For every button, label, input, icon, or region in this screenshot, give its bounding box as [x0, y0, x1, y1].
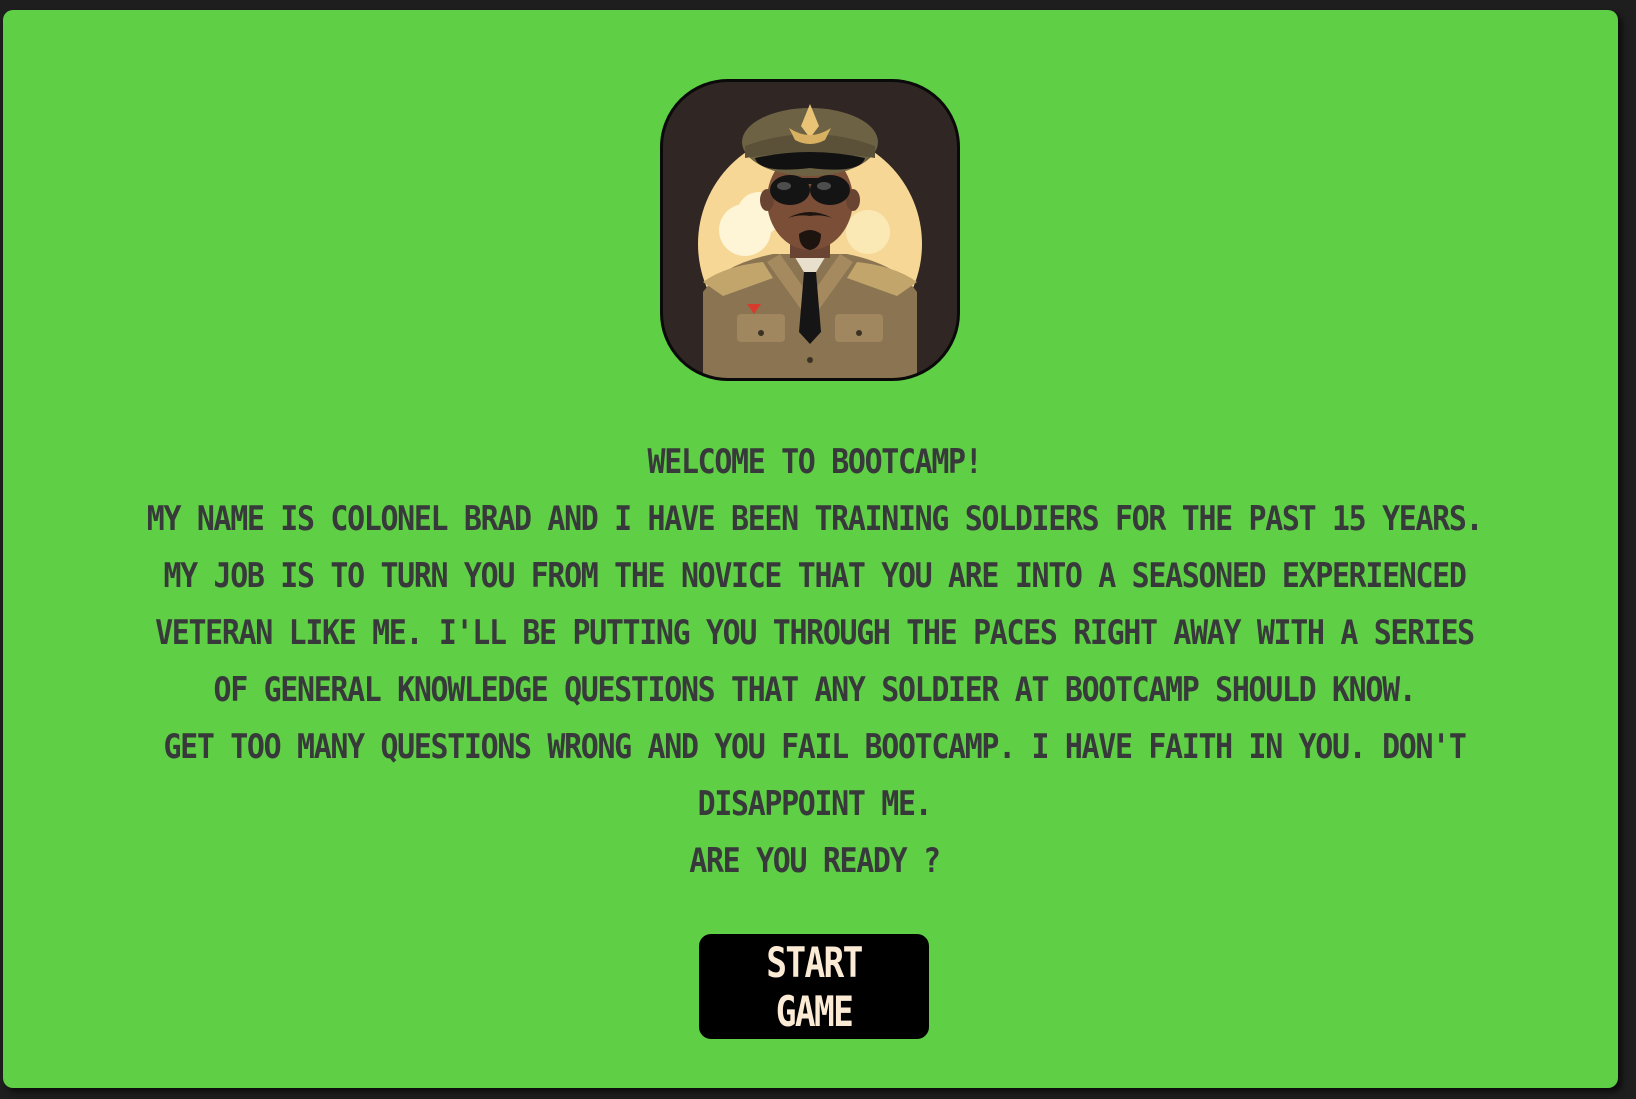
start-game-button[interactable]: Start Game: [699, 934, 929, 1039]
intro-paragraph-2: Get too many questions wrong and you fai…: [163, 727, 1466, 824]
start-game-label: Start Game: [766, 937, 863, 1036]
intro-paragraph-1: My name is Colonel Brad and I have been …: [146, 499, 1484, 710]
colonel-brad-avatar-icon: [660, 79, 960, 381]
welcome-heading: Welcome to bootcamp!: [647, 442, 983, 482]
intro-text: Welcome to bootcamp! My name is Colonel …: [136, 434, 1494, 890]
ready-prompt: Are you ready ?: [689, 841, 941, 881]
welcome-panel: Welcome to bootcamp! My name is Colonel …: [3, 10, 1618, 1088]
